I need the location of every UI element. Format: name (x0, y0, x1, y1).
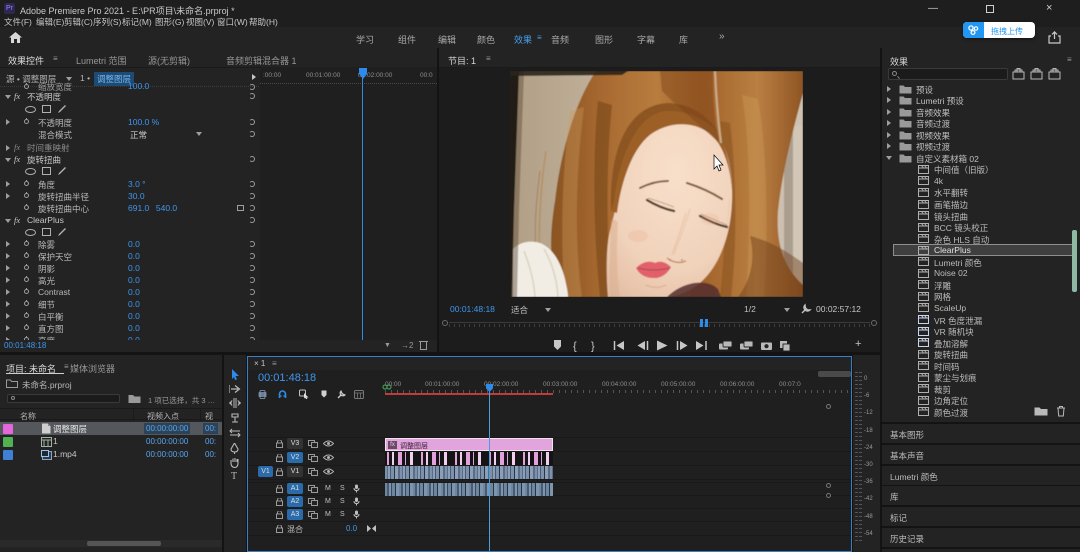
svg-text:{: { (573, 341, 577, 353)
svg-text:}: } (591, 341, 595, 353)
